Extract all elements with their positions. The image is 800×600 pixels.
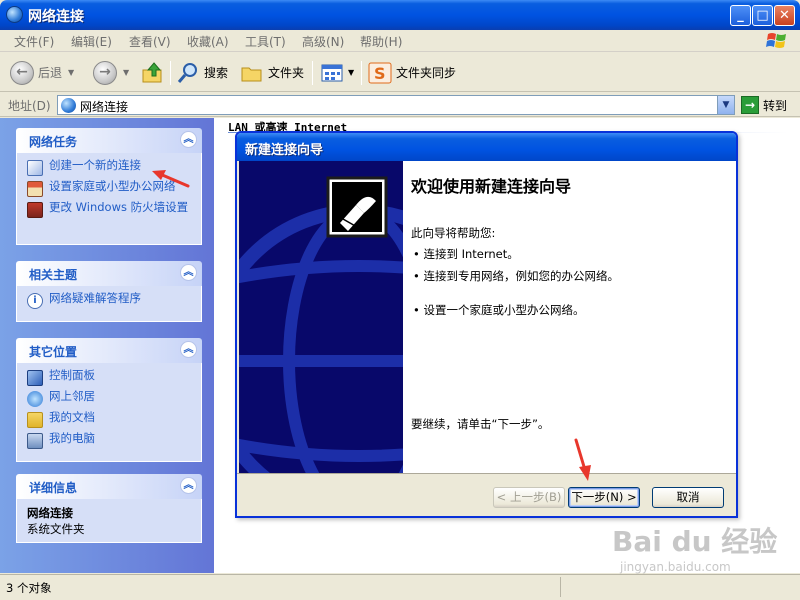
- wizard-intro: 此向导将帮助您:: [411, 226, 496, 240]
- go-arrow-icon: →: [741, 96, 759, 114]
- up-folder-icon: [142, 61, 162, 82]
- firewall-icon: [27, 202, 43, 218]
- globe-graphic-icon: [239, 176, 403, 473]
- dropdown-arrow-icon: ▼: [348, 68, 355, 77]
- details-type: 系统文件夹: [27, 522, 85, 536]
- other-places-panel: 其它位置 ︽ 控制面板 网上邻居 我的文档 我的电脑: [16, 338, 202, 462]
- details-header[interactable]: 详细信息 ︽: [16, 474, 202, 499]
- menu-view[interactable]: 查看(V): [129, 33, 171, 50]
- toolbar-separator: [361, 61, 362, 85]
- address-bar: 地址(D) 网络连接 ▼ → 转到: [0, 93, 800, 117]
- toolbar: ← 后退 ▼ → ▼ 搜索 文件夹 ▼ S 文件夹同步: [0, 53, 800, 92]
- status-separator: [560, 577, 561, 597]
- toolbar-separator: [170, 61, 171, 85]
- menu-favorites[interactable]: 收藏(A): [187, 33, 229, 50]
- place-my-documents[interactable]: 我的文档: [27, 411, 193, 428]
- new-connection-wizard-dialog[interactable]: 新建连接向导 欢迎使用新建连接向导 此向导将帮助您: • 连接到 Interne…: [235, 131, 738, 518]
- menu-help[interactable]: 帮助(H): [360, 33, 402, 50]
- back-button[interactable]: ← 后退 ▼: [10, 59, 74, 86]
- place-my-computer[interactable]: 我的电脑: [27, 432, 193, 449]
- status-text: 3 个对象: [6, 581, 52, 595]
- wizard-cancel-button[interactable]: 取消: [652, 487, 724, 508]
- network-tasks-header[interactable]: 网络任务 ︽: [16, 128, 202, 153]
- wizard-side-banner: [239, 161, 403, 473]
- svg-text:S: S: [374, 64, 386, 83]
- menu-advanced[interactable]: 高级(N): [302, 33, 344, 50]
- collapse-chevron-icon[interactable]: ︽: [180, 131, 197, 148]
- windows-logo-icon: [766, 33, 786, 48]
- forward-arrow-icon: →: [93, 60, 117, 85]
- address-dropdown-button[interactable]: ▼: [717, 96, 734, 114]
- info-icon: i: [27, 293, 43, 309]
- network-connections-icon: [6, 6, 23, 23]
- menu-file[interactable]: 文件(F): [14, 33, 54, 50]
- annotation-arrow-icon: [574, 438, 591, 481]
- collapse-chevron-icon[interactable]: ︽: [180, 264, 197, 281]
- close-button[interactable]: ✕: [774, 5, 795, 26]
- wizard-content: 欢迎使用新建连接向导 此向导将帮助您: • 连接到 Internet。 • 连接…: [403, 161, 736, 473]
- sync-icon: S: [368, 62, 392, 83]
- place-control-panel[interactable]: 控制面板: [27, 369, 193, 386]
- go-button[interactable]: → 转到: [741, 96, 787, 114]
- details-panel: 详细信息 ︽ 网络连接 系统文件夹: [16, 474, 202, 543]
- address-input[interactable]: 网络连接 ▼: [57, 95, 735, 115]
- wizard-next-button[interactable]: 下一步(N) >: [568, 487, 640, 508]
- baidu-watermark: Bai du 经验: [612, 525, 778, 558]
- folder-icon: [241, 67, 262, 81]
- new-connection-icon: [27, 160, 43, 176]
- annotation-arrow-icon: [152, 170, 190, 188]
- network-connections-icon: [61, 98, 76, 113]
- address-label: 地址(D): [8, 99, 51, 113]
- toolbar-separator: [312, 61, 313, 85]
- wizard-title: 新建连接向导: [245, 143, 324, 158]
- wizard-heading: 欢迎使用新建连接向导: [411, 177, 572, 196]
- wizard-bullet: • 设置一个家庭或小型办公网络。: [413, 303, 585, 317]
- control-panel-icon: [27, 370, 43, 386]
- network-neighborhood-icon: [27, 391, 43, 407]
- dropdown-arrow-icon: ▼: [68, 68, 75, 77]
- wizard-back-button[interactable]: < 上一步(B): [493, 487, 565, 508]
- watermark-url: jingyan.baidu.com: [620, 560, 731, 574]
- home-network-icon: [27, 181, 43, 197]
- wizard-continue-text: 要继续，请单击“下一步”。: [411, 417, 550, 431]
- maximize-button[interactable]: □: [752, 5, 773, 26]
- task-network-troubleshooter[interactable]: i 网络疑难解答程序: [27, 292, 193, 309]
- wizard-title-bar[interactable]: 新建连接向导: [237, 133, 736, 161]
- collapse-chevron-icon[interactable]: ︽: [180, 341, 197, 358]
- views-button[interactable]: ▼: [320, 59, 354, 86]
- my-computer-icon: [27, 433, 43, 449]
- dropdown-arrow-icon: ▼: [123, 68, 130, 77]
- status-bar: 3 个对象: [0, 574, 800, 600]
- task-change-firewall[interactable]: 更改 Windows 防火墙设置: [27, 201, 193, 218]
- folder-sync-button[interactable]: S 文件夹同步: [368, 59, 456, 86]
- window-title: 网络连接: [28, 9, 84, 25]
- search-icon: [177, 62, 197, 83]
- collapse-chevron-icon[interactable]: ︽: [180, 477, 197, 494]
- minimize-button[interactable]: _: [730, 5, 751, 26]
- up-folder-button[interactable]: [141, 59, 165, 86]
- wizard-button-bar: < 上一步(B) 下一步(N) > 取消: [237, 473, 736, 516]
- views-icon: [321, 64, 343, 81]
- title-bar[interactable]: 网络连接 _ □ ✕: [0, 0, 800, 30]
- wizard-bullet: • 连接到 Internet。: [413, 247, 519, 261]
- folders-button[interactable]: 文件夹: [240, 59, 304, 86]
- forward-button[interactable]: → ▼: [93, 59, 129, 86]
- menu-edit[interactable]: 编辑(E): [71, 33, 112, 50]
- my-documents-icon: [27, 412, 43, 428]
- menu-tools[interactable]: 工具(T): [245, 33, 286, 50]
- place-network-neighborhood[interactable]: 网上邻居: [27, 390, 193, 407]
- wizard-bullet: • 连接到专用网络，例如您的办公网络。: [413, 269, 619, 283]
- search-button[interactable]: 搜索: [176, 59, 228, 86]
- related-topics-header[interactable]: 相关主题 ︽: [16, 261, 202, 286]
- back-arrow-icon: ←: [10, 60, 34, 85]
- details-name: 网络连接: [27, 506, 73, 520]
- menu-bar: 文件(F) 编辑(E) 查看(V) 收藏(A) 工具(T) 高级(N) 帮助(H…: [0, 30, 800, 52]
- other-places-header[interactable]: 其它位置 ︽: [16, 338, 202, 363]
- related-topics-panel: 相关主题 ︽ i 网络疑难解答程序: [16, 261, 202, 322]
